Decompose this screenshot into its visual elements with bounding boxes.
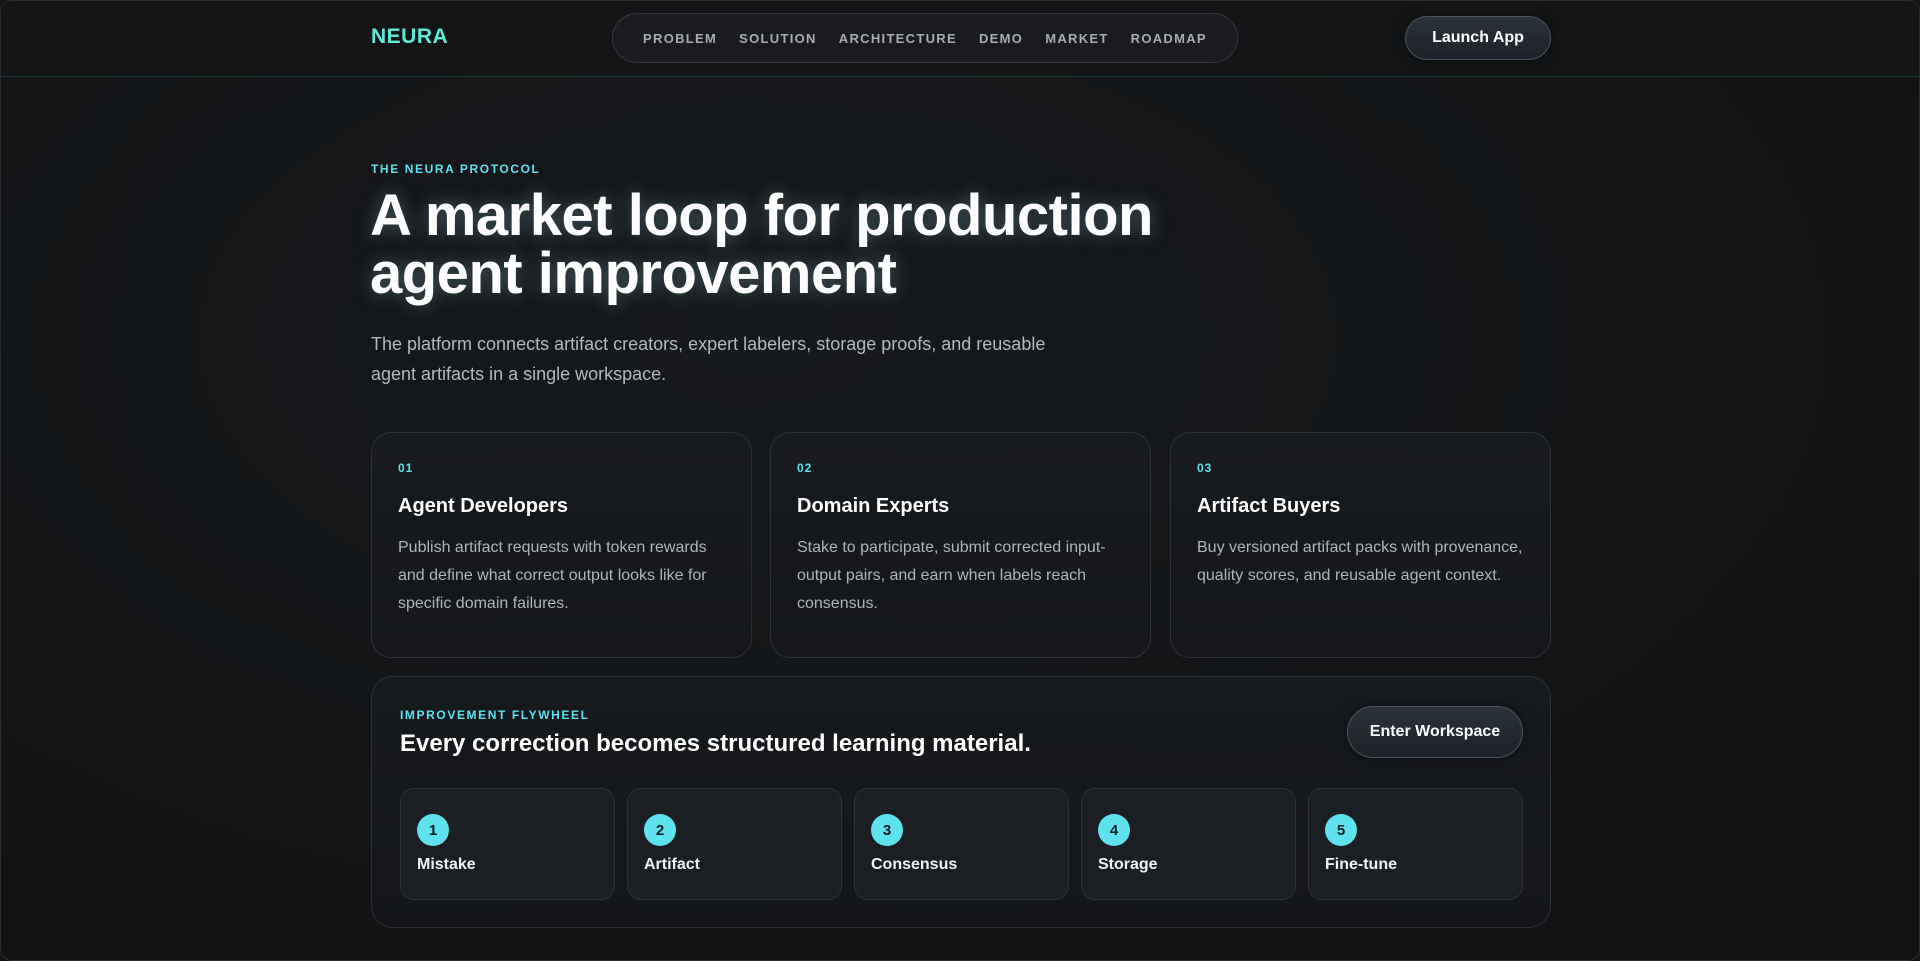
hero-headline-line-1: A market loop for production: [370, 183, 1153, 248]
card-domain-experts: 02 Domain Experts Stake to participate, …: [770, 432, 1151, 658]
nav-menu: PROBLEM SOLUTION ARCHITECTURE DEMO MARKE…: [612, 13, 1238, 63]
hero-headline: A market loop for production agent impro…: [370, 187, 1270, 303]
step-label: Artifact: [644, 856, 701, 873]
logo[interactable]: NEURA: [371, 25, 448, 49]
step-label: Mistake: [417, 856, 476, 873]
flywheel-eyebrow: IMPROVEMENT FLYWHEEL: [400, 708, 590, 722]
improvement-flywheel-panel: IMPROVEMENT FLYWHEEL Every correction be…: [371, 676, 1551, 928]
top-nav: NEURA PROBLEM SOLUTION ARCHITECTURE DEMO…: [1, 1, 1919, 77]
app-window: NEURA PROBLEM SOLUTION ARCHITECTURE DEMO…: [0, 0, 1920, 961]
hero-headline-line-2: agent improvement: [370, 241, 897, 306]
step-label: Consensus: [871, 856, 958, 873]
card-title: Domain Experts: [797, 495, 950, 517]
nav-link-demo[interactable]: DEMO: [979, 31, 1023, 46]
card-number: 01: [398, 461, 414, 475]
card-number: 02: [797, 461, 813, 475]
step-number-badge: 1: [417, 814, 449, 846]
step-artifact: 2 Artifact: [627, 788, 842, 900]
step-fine-tune: 5 Fine-tune: [1308, 788, 1523, 900]
hero-subtitle: The platform connects artifact creators,…: [371, 334, 1046, 384]
card-title: Agent Developers: [398, 495, 569, 517]
hero-eyebrow: THE NEURA PROTOCOL: [371, 162, 541, 176]
card-title: Artifact Buyers: [1197, 495, 1341, 517]
step-number-badge: 3: [871, 814, 903, 846]
enter-workspace-button[interactable]: Enter Workspace: [1347, 706, 1523, 758]
card-description: Stake to participate, submit corrected i…: [797, 539, 1106, 612]
step-number-badge: 5: [1325, 814, 1357, 846]
card-description: Publish artifact requests with token rew…: [398, 539, 707, 612]
card-agent-developers: 01 Agent Developers Publish artifact req…: [371, 432, 752, 658]
launch-app-button[interactable]: Launch App: [1405, 16, 1551, 60]
flywheel-steps: 1 Mistake 2 Artifact 3 Consensus 4 Stora…: [400, 788, 1523, 900]
step-mistake: 1 Mistake: [400, 788, 615, 900]
step-label: Storage: [1098, 856, 1158, 873]
nav-link-market[interactable]: MARKET: [1045, 31, 1108, 46]
step-number-badge: 4: [1098, 814, 1130, 846]
step-consensus: 3 Consensus: [854, 788, 1069, 900]
nav-link-roadmap[interactable]: ROADMAP: [1131, 31, 1207, 46]
step-label: Fine-tune: [1325, 856, 1397, 873]
card-artifact-buyers: 03 Artifact Buyers Buy versioned artifac…: [1170, 432, 1551, 658]
step-number-badge: 2: [644, 814, 676, 846]
card-number: 03: [1197, 461, 1213, 475]
card-description: Buy versioned artifact packs with proven…: [1197, 539, 1523, 584]
nav-link-problem[interactable]: PROBLEM: [643, 31, 717, 46]
flywheel-title: Every correction becomes structured lear…: [400, 730, 1031, 757]
nav-link-solution[interactable]: SOLUTION: [739, 31, 817, 46]
nav-link-architecture[interactable]: ARCHITECTURE: [839, 31, 957, 46]
step-storage: 4 Storage: [1081, 788, 1296, 900]
